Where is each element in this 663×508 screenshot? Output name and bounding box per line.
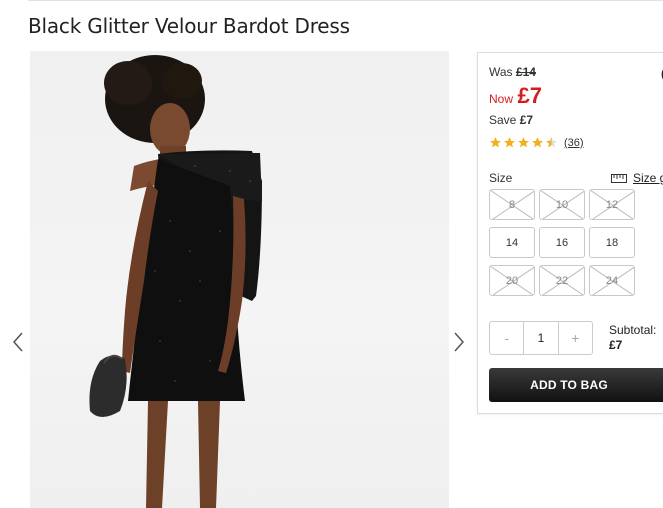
star-icon [532, 137, 543, 148]
star-icon [518, 137, 529, 148]
size-option-14[interactable]: 14 [489, 227, 535, 258]
save-amount: Save £7 [489, 113, 533, 127]
prev-image-button[interactable] [10, 330, 26, 354]
size-option-label: 16 [555, 236, 569, 249]
next-image-button[interactable] [451, 330, 467, 354]
top-divider [28, 0, 663, 1]
subtotal: Subtotal: £7 [609, 323, 656, 353]
size-option-10[interactable]: 10 [539, 189, 585, 220]
size-option-22[interactable]: 22 [539, 265, 585, 296]
size-option-18[interactable]: 18 [589, 227, 635, 258]
star-icon [490, 137, 501, 148]
chevron-left-icon [12, 332, 23, 352]
size-option-16[interactable]: 16 [539, 227, 585, 258]
size-guide-link[interactable]: Size gu [611, 171, 663, 185]
size-option-20[interactable]: 20 [489, 265, 535, 296]
size-guide-label: Size gu [633, 171, 663, 185]
quantity-increase-button[interactable]: + [559, 322, 592, 354]
size-option-12[interactable]: 12 [589, 189, 635, 220]
subtotal-label: Subtotal: [609, 323, 657, 337]
now-price: Now £7 [489, 83, 542, 109]
save-label: Save [489, 113, 517, 127]
size-option-label: 14 [505, 236, 519, 249]
purchase-panel: Was £14 ( Now £7 Save £7 (36) Size Size … [477, 52, 663, 414]
ruler-icon [611, 173, 627, 183]
size-label: Size [489, 171, 513, 185]
model-illustration [89, 55, 262, 508]
add-to-bag-button[interactable]: ADD TO BAG [489, 368, 663, 402]
now-label: Now [489, 92, 514, 106]
rating-stars[interactable]: (36) [489, 136, 584, 149]
size-option-24[interactable]: 24 [589, 265, 635, 296]
size-option-label: 24 [605, 274, 619, 287]
size-option-label: 10 [555, 198, 569, 211]
quantity-input[interactable]: 1 [523, 322, 559, 354]
size-option-label: 12 [605, 198, 619, 211]
product-image[interactable] [30, 51, 449, 508]
quantity-stepper: - 1 + [489, 321, 593, 355]
size-option-label: 22 [555, 274, 569, 287]
product-title: Black Glitter Velour Bardot Dress [28, 14, 350, 38]
size-option-label: 18 [605, 236, 619, 249]
save-value: £7 [519, 113, 534, 127]
now-amount: £7 [517, 83, 542, 108]
was-price: Was £14 [489, 65, 536, 79]
size-option-label: 8 [508, 198, 516, 211]
was-label: Was [489, 65, 513, 79]
star-half-icon [546, 137, 557, 148]
quantity-decrease-button[interactable]: - [490, 322, 523, 354]
star-icon [504, 137, 515, 148]
subtotal-amount: £7 [609, 338, 623, 352]
review-count-link[interactable]: (36) [564, 137, 584, 149]
was-amount: £14 [515, 65, 536, 79]
size-option-8[interactable]: 8 [489, 189, 535, 220]
size-option-label: 20 [505, 274, 519, 287]
chevron-right-icon [454, 332, 465, 352]
